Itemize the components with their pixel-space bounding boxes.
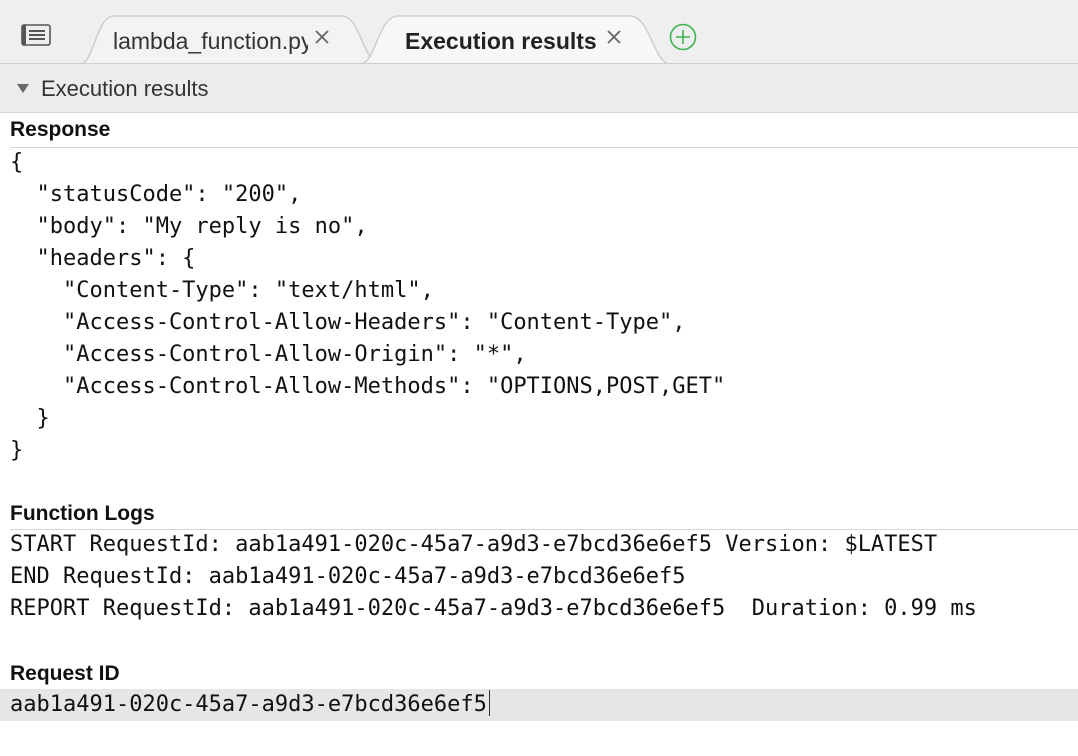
list-menu-icon[interactable]: [20, 22, 52, 48]
response-line: "statusCode": "200",: [10, 182, 302, 207]
function-logs-title: Function Logs: [10, 502, 155, 525]
response-line: "Access-Control-Allow-Headers": "Content…: [10, 310, 686, 335]
section-title: Execution results: [41, 76, 209, 101]
log-line: START RequestId: aab1a491-020c-45a7-a9d3…: [10, 532, 938, 557]
response-line: {: [10, 150, 24, 175]
tab-lambda-function[interactable]: lambda_function.py: [80, 14, 380, 64]
text-cursor: [488, 690, 490, 716]
execution-results-content: Response { "statusCode": "200", "body": …: [0, 113, 1078, 756]
execution-results-header[interactable]: Execution results: [0, 64, 1078, 113]
response-line: }: [10, 438, 24, 463]
log-line: END RequestId: aab1a491-020c-45a7-a9d3-e…: [10, 564, 686, 589]
function-logs-body: START RequestId: aab1a491-020c-45a7-a9d3…: [10, 529, 977, 625]
request-id-title: Request ID: [10, 662, 120, 685]
close-icon[interactable]: [604, 27, 624, 47]
response-line: "body": "My reply is no",: [10, 214, 368, 239]
response-line: }: [10, 406, 50, 431]
tab-label: Execution results: [405, 28, 597, 54]
response-body: { "statusCode": "200", "body": "My reply…: [10, 147, 725, 467]
caret-down-icon[interactable]: [17, 84, 29, 93]
request-id-text: aab1a491-020c-45a7-a9d3-e7bcd36e6ef5: [10, 692, 487, 717]
response-title: Response: [10, 118, 111, 141]
request-id-value[interactable]: aab1a491-020c-45a7-a9d3-e7bcd36e6ef5: [10, 689, 490, 721]
tab-execution-results[interactable]: Execution results: [360, 14, 670, 64]
response-line: "headers": {: [10, 246, 196, 271]
response-line: "Access-Control-Allow-Origin": "*",: [10, 342, 527, 367]
response-line: "Access-Control-Allow-Methods": "OPTIONS…: [10, 374, 726, 399]
log-line: REPORT RequestId: aab1a491-020c-45a7-a9d…: [10, 596, 977, 621]
response-line: "Content-Type": "text/html",: [10, 278, 434, 303]
add-tab-icon[interactable]: [668, 22, 698, 52]
tab-bar: lambda_function.py Execution results: [0, 0, 1078, 64]
tab-label: lambda_function.py: [113, 28, 308, 54]
ide-panel: lambda_function.py Execution results Exe…: [0, 0, 1078, 756]
close-icon[interactable]: [312, 27, 332, 47]
